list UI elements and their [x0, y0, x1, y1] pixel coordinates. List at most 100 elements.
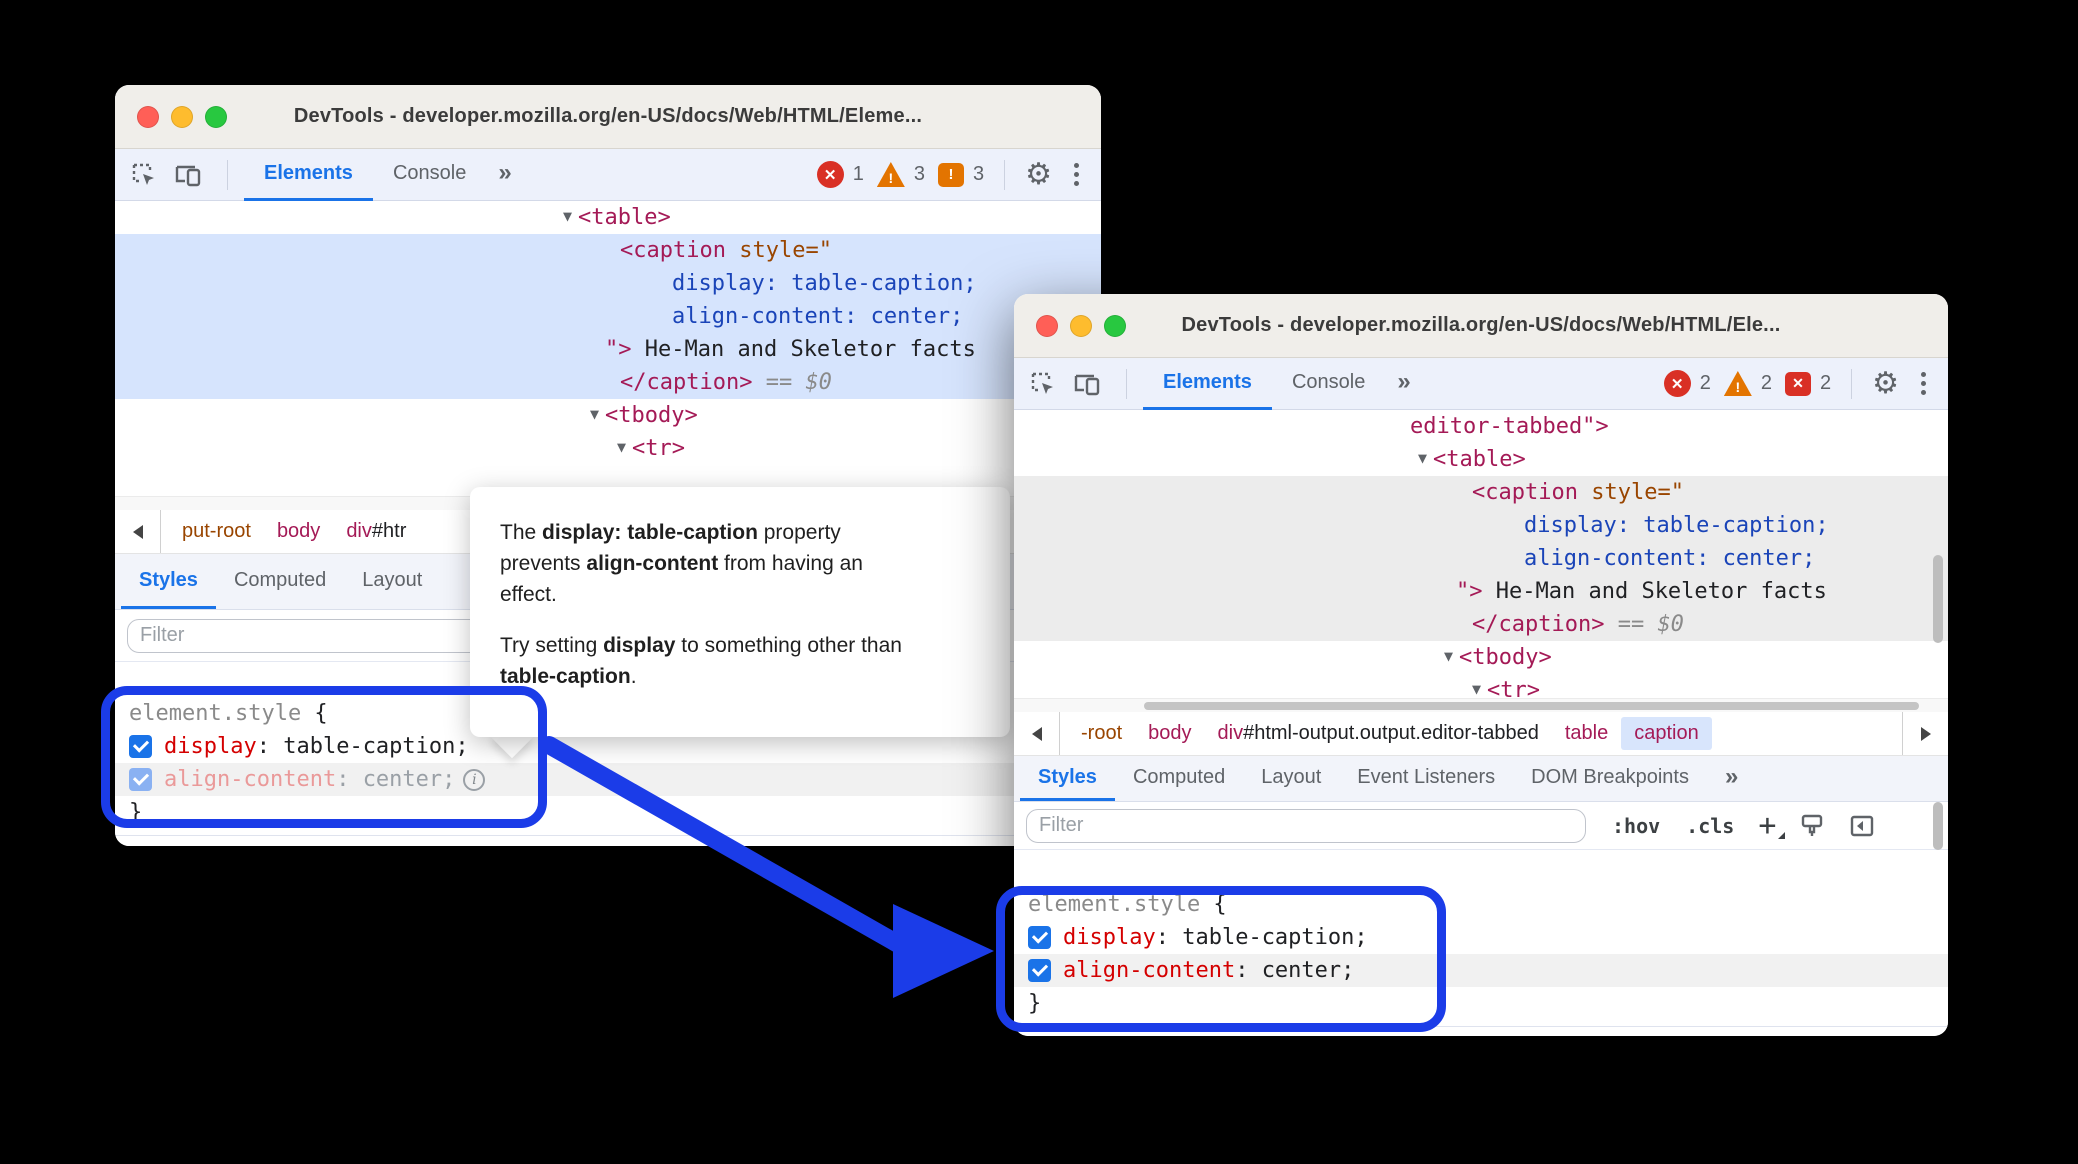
device-toolbar-icon[interactable] [1072, 358, 1102, 410]
tree-node-line[interactable]: <caption style=" [115, 234, 1101, 267]
tooltip-text-line: Try setting display to something other t… [500, 634, 902, 657]
issues-count: 3 [972, 163, 985, 185]
rule-header: element.style { [1028, 892, 1227, 917]
breadcrumb-forward-button[interactable] [1902, 712, 1948, 755]
breadcrumb-item[interactable]: -root [1068, 717, 1135, 750]
minimize-button[interactable] [171, 106, 193, 128]
tab-computed[interactable]: Computed [216, 554, 344, 609]
breadcrumb-back-button[interactable] [1014, 712, 1060, 755]
rendering-emulation-icon[interactable] [1798, 812, 1826, 840]
code-segment: ▼ [1444, 647, 1454, 665]
tab-console[interactable]: Console [1272, 358, 1385, 410]
tree-node-line[interactable]: ▼ <tbody> [1014, 641, 1948, 674]
code-segment: <caption [620, 238, 740, 263]
tree-node-line[interactable]: ▼ <tr> [115, 432, 1101, 465]
more-options-icon[interactable] [1909, 372, 1938, 395]
tab-styles[interactable]: Styles [121, 554, 216, 609]
breadcrumb-item[interactable]: caption [1621, 717, 1712, 750]
tab-computed[interactable]: Computed [1115, 756, 1243, 801]
settings-gear-icon[interactable]: ⚙ [1015, 149, 1062, 201]
tab-elements[interactable]: Elements [244, 149, 373, 201]
vertical-scrollbar-thumb[interactable] [1933, 802, 1943, 850]
property-text: : [256, 734, 284, 759]
chevron-left-icon [1031, 726, 1042, 741]
zoom-button[interactable] [1104, 315, 1126, 337]
tree-node-line[interactable]: ▼ <table> [115, 201, 1101, 234]
toggle-hover-state-button[interactable]: :hov [1612, 814, 1660, 838]
tab-console[interactable]: Console [373, 149, 486, 201]
tree-node-line[interactable]: ▼ <tbody> [115, 399, 1101, 432]
inspect-icon[interactable] [1028, 358, 1058, 410]
tree-node-line[interactable]: align-content: center; [1014, 542, 1948, 575]
tree-node-line[interactable]: ▼ <table> [1014, 443, 1948, 476]
tooltip-text-line: The display: table-caption property [500, 521, 841, 544]
new-style-rule-button[interactable]: + [1758, 810, 1786, 841]
more-tabs-chevron[interactable]: » [1385, 358, 1420, 410]
code-segment: put-root [182, 520, 251, 542]
property-text: table-caption; [283, 734, 469, 759]
more-tabs-chevron[interactable]: » [486, 149, 521, 201]
tree-node-line[interactable]: "> He-Man and Skeletor facts [1014, 575, 1948, 608]
minimize-button[interactable] [1070, 315, 1092, 337]
inspect-icon[interactable] [129, 149, 159, 201]
property-text: display [1063, 925, 1156, 950]
more-tabs-chevron[interactable]: » [1707, 756, 1754, 801]
breadcrumb-item[interactable]: body [264, 515, 333, 548]
tree-node-line[interactable]: <caption style=" [1014, 476, 1948, 509]
breadcrumb-item[interactable]: div#htr [333, 515, 419, 548]
property-checkbox[interactable] [129, 768, 152, 791]
code-segment: $0 [805, 370, 832, 395]
issues-icon: ✕ [1784, 371, 1811, 396]
tab-layout[interactable]: Layout [1243, 756, 1339, 801]
rule-close: } [129, 800, 143, 825]
breadcrumb-item[interactable]: put-root [169, 515, 264, 548]
settings-gear-icon[interactable]: ⚙ [1862, 358, 1909, 410]
property-checkbox[interactable] [1028, 926, 1051, 949]
breadcrumb-item[interactable]: table [1552, 717, 1621, 750]
window-title: DevTools - developer.mozilla.org/en-US/d… [1181, 314, 1781, 336]
code-segment: body [1148, 722, 1192, 744]
tree-node-line[interactable]: "> He-Man and Skeletor facts [115, 333, 1101, 366]
horizontal-scrollbar[interactable] [1014, 698, 1948, 712]
console-status-badges[interactable]: ✕ 2 ! 2 ✕ 2 [1663, 370, 1835, 397]
breadcrumb-item[interactable]: body [1135, 717, 1204, 750]
tree-node-line[interactable]: </caption> == $0 [115, 366, 1101, 399]
tree-node-line[interactable]: display: table-caption; [115, 267, 1101, 300]
property-checkbox[interactable] [129, 735, 152, 758]
scrollbar-thumb[interactable] [1144, 702, 1919, 710]
panel-tabs: Elements Console» [1143, 358, 1421, 410]
property-checkbox[interactable] [1028, 959, 1051, 982]
dock-side-icon[interactable] [1848, 812, 1876, 840]
device-toolbar-icon[interactable] [173, 149, 203, 201]
styles-filter-input[interactable] [1026, 808, 1586, 843]
close-button[interactable] [137, 106, 159, 128]
code-segment: -root [1081, 722, 1123, 744]
console-status-badges[interactable]: ✕ 1 ! 3 ! 3 [816, 161, 988, 188]
toggle-class-button[interactable]: .cls [1686, 814, 1734, 838]
align-content-tooltip: The display: table-caption property preve… [470, 487, 1010, 737]
code-segment: display: table-caption; [672, 271, 977, 296]
code-segment: He-Man and Skeletor facts [1495, 579, 1827, 604]
tree-node-line[interactable]: display: table-caption; [1014, 509, 1948, 542]
close-button[interactable] [1036, 315, 1058, 337]
tab-layout[interactable]: Layout [344, 554, 440, 609]
tree-node-line[interactable]: ▼ <tr> [1014, 674, 1948, 698]
info-icon[interactable]: i [463, 768, 486, 791]
breadcrumb-item[interactable]: div#html-output.output.editor-tabbed [1205, 717, 1552, 750]
more-options-icon[interactable] [1062, 163, 1091, 186]
zoom-button[interactable] [205, 106, 227, 128]
tab-styles[interactable]: Styles [1020, 756, 1115, 801]
tree-node-line[interactable]: editor-tabbed"> [1014, 410, 1948, 443]
toolbar-divider [227, 159, 228, 190]
tree-node-line[interactable]: align-content: center; [115, 300, 1101, 333]
tab-dom-breakpoints[interactable]: DOM Breakpoints [1513, 756, 1707, 801]
styles-panel-tabs: Styles Computed Layout Event Listeners DOM B… [1014, 756, 1948, 802]
code-segment: =" [1657, 480, 1684, 505]
code-segment: ▼ [1418, 449, 1428, 467]
tab-event-listeners[interactable]: Event Listeners [1339, 756, 1513, 801]
vertical-scrollbar-thumb[interactable] [1933, 555, 1943, 643]
property-text: align-content [164, 767, 337, 792]
breadcrumb-back-button[interactable] [115, 510, 161, 553]
tree-node-line[interactable]: </caption> == $0 [1014, 608, 1948, 641]
tab-elements[interactable]: Elements [1143, 358, 1272, 410]
